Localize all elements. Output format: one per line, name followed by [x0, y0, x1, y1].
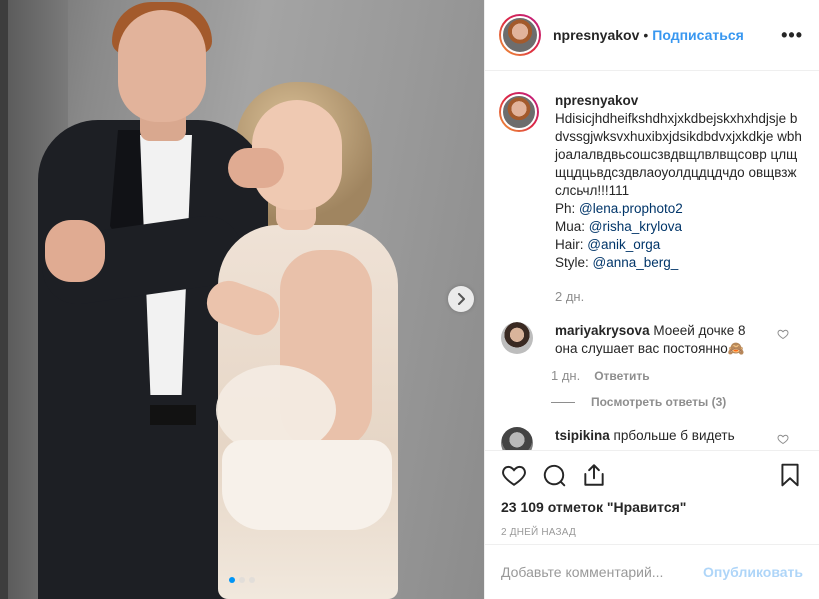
share-icon[interactable]	[581, 462, 607, 488]
man-belt	[150, 405, 196, 425]
likes-count[interactable]: 23 109 отметок "Нравится"	[501, 499, 803, 515]
comment-item: mariyakrysova Моеей дочке 8 она слушает …	[499, 322, 803, 358]
commenter-avatar[interactable]	[501, 427, 533, 450]
dress-feathers	[222, 440, 392, 530]
man-hand	[45, 220, 105, 282]
comment-icon[interactable]	[541, 462, 567, 488]
mention-link[interactable]: @risha_krylova	[589, 219, 682, 234]
commenter-username[interactable]: mariyakrysova	[555, 323, 650, 338]
post-caption: npresnyakov Hdisicjhdheifkshdhxjxkdbejsk…	[499, 92, 803, 306]
caption-credit: Mua: @risha_krylova	[555, 219, 682, 234]
view-replies-label: Посмотреть ответы (3)	[591, 395, 727, 409]
photo-backdrop-edge	[0, 0, 8, 599]
post-side-panel: npresnyakov • Подписаться ••• npresnyako…	[484, 0, 819, 599]
commenter-avatar[interactable]	[501, 322, 533, 354]
carousel-dot	[239, 577, 245, 583]
caption-credit: Style: @anna_berg_	[555, 255, 679, 270]
caption-credit: Ph: @lena.prophoto2	[555, 201, 683, 216]
carousel-next-button[interactable]	[448, 286, 474, 312]
post-date[interactable]: 2 дней назад	[501, 527, 803, 538]
view-replies-button[interactable]: Посмотреть ответы (3)	[551, 395, 803, 409]
heart-icon[interactable]	[777, 433, 789, 445]
comment-meta: 1 дн. Ответить	[551, 368, 803, 383]
header-separator: •	[643, 27, 649, 43]
post-header: npresnyakov • Подписаться •••	[485, 0, 819, 71]
mention-link[interactable]: @anna_berg_	[593, 255, 679, 270]
action-bar	[501, 451, 803, 499]
chevron-right-icon	[458, 293, 465, 305]
man-face	[118, 10, 206, 122]
carousel-dot	[249, 577, 255, 583]
post-photo[interactable]	[0, 0, 484, 599]
mention-link[interactable]: @anik_orga	[587, 237, 660, 252]
comment-item: tsipikina прбольше б видеть	[499, 427, 803, 450]
carousel-indicator	[229, 577, 255, 583]
heart-icon[interactable]	[501, 462, 527, 488]
add-comment-bar: Опубликовать	[485, 544, 819, 599]
caption-text: Hdisicjhdheifkshdhxjxkdbejskxhxhdjsje bd…	[555, 111, 802, 198]
publish-button[interactable]: Опубликовать	[703, 564, 803, 580]
comment-input[interactable]	[501, 564, 704, 580]
author-username[interactable]: npresnyakov	[553, 27, 639, 43]
comment-timestamp[interactable]: 1 дн.	[551, 368, 580, 383]
commenter-username[interactable]: tsipikina	[555, 428, 610, 443]
man-hand-on-shoulder	[228, 148, 284, 188]
mention-link[interactable]: @lena.prophoto2	[579, 201, 683, 216]
post-actions-section: 23 109 отметок "Нравится" 2 дней назад	[485, 450, 819, 538]
carousel-dot	[229, 577, 235, 583]
comments-list[interactable]: npresnyakov Hdisicjhdheifkshdhxjxkdbejsk…	[485, 72, 819, 450]
caption-timestamp[interactable]: 2 дн.	[555, 288, 803, 306]
more-options-icon[interactable]: •••	[781, 25, 803, 46]
caption-credit: Hair: @anik_orga	[555, 237, 661, 252]
author-avatar[interactable]	[499, 14, 541, 56]
comment-text: прбольше б видеть	[613, 428, 735, 443]
reply-button[interactable]: Ответить	[594, 369, 649, 383]
replies-divider	[551, 401, 575, 403]
follow-button[interactable]: Подписаться	[652, 27, 744, 43]
caption-username[interactable]: npresnyakov	[555, 92, 803, 110]
caption-author-avatar[interactable]	[499, 92, 539, 132]
bookmark-icon[interactable]	[777, 462, 803, 488]
heart-icon[interactable]	[777, 328, 789, 340]
